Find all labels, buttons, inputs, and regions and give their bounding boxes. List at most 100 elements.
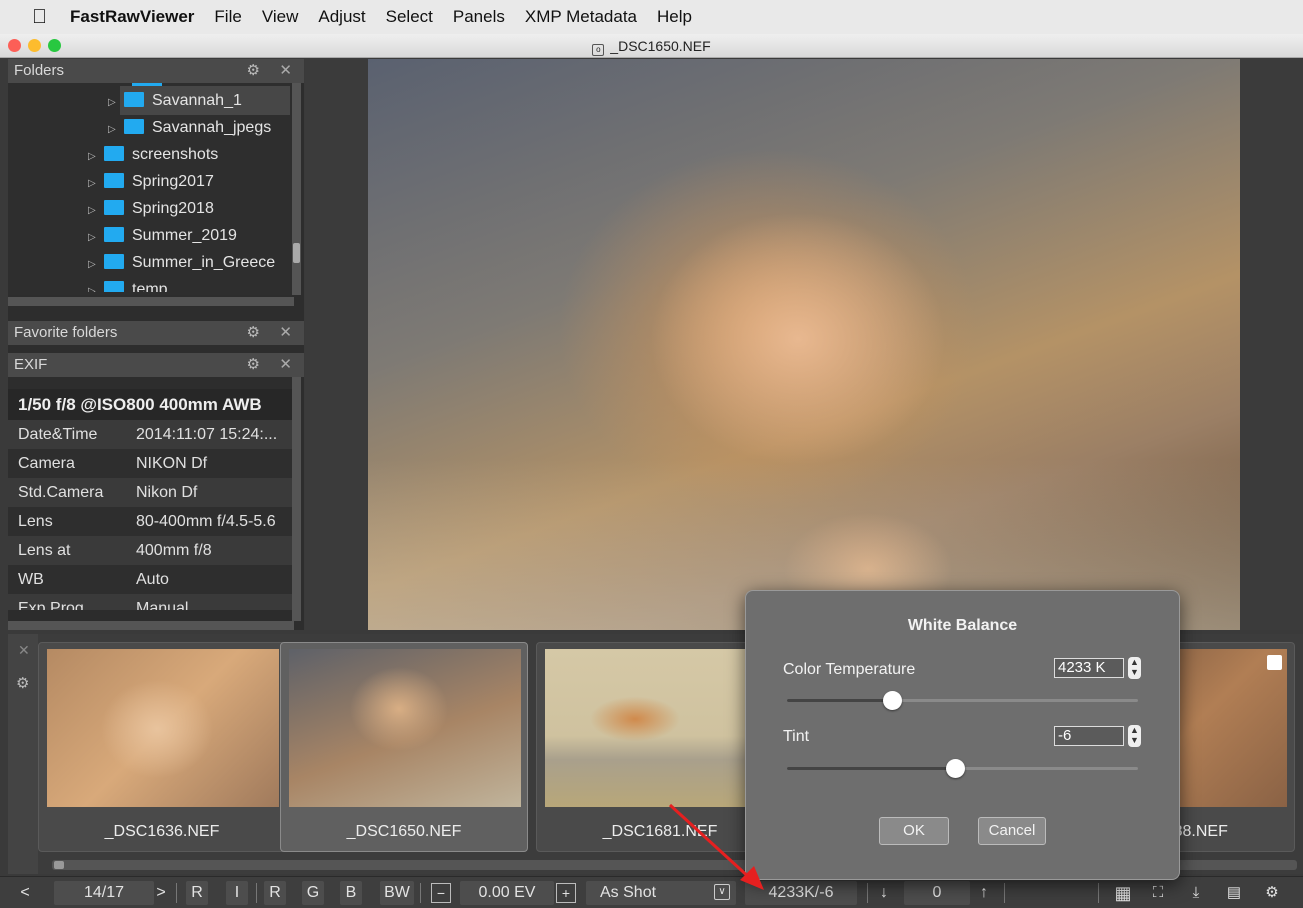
white-balance-value-button[interactable]: 4233K/-6 [745, 881, 857, 905]
previous-image-button[interactable]: < [16, 881, 34, 905]
download-icon[interactable]: ⤓ [1186, 881, 1206, 905]
thumbnail[interactable]: _DSC1636.NEF [38, 642, 286, 852]
thumbnail-image [289, 649, 521, 807]
next-image-button[interactable]: > [152, 881, 170, 905]
folders-horizontal-scrollbar[interactable] [8, 297, 294, 306]
menu-panels[interactable]: Panels [453, 7, 505, 27]
exif-vertical-scrollbar[interactable] [292, 377, 301, 621]
chevron-down-icon[interactable]: ∨ [714, 884, 730, 900]
exif-key: Date&Time [18, 426, 98, 443]
menu-bar:  FastRawViewer File View Adjust Select … [0, 0, 1303, 34]
menu-select[interactable]: Select [386, 7, 433, 27]
thumbnail-image [545, 649, 777, 807]
slider-thumb[interactable] [946, 759, 965, 778]
scrollbar-knob[interactable] [54, 861, 64, 869]
exif-panel-title: EXIF [14, 356, 48, 373]
expand-triangle-icon[interactable]: ▷ [88, 251, 104, 278]
folder-item-spring2018[interactable]: ▷ Spring2018 [88, 195, 214, 222]
expand-triangle-icon[interactable]: ▷ [108, 89, 124, 116]
thumbnail-selected[interactable]: _DSC1650.NEF [280, 642, 528, 852]
scrollbar-knob[interactable] [293, 243, 300, 263]
expand-triangle-icon[interactable]: ▷ [88, 143, 104, 170]
folder-label: Spring2018 [132, 200, 214, 217]
folder-label: temp [132, 281, 168, 292]
exif-row: Lens at 400mm f/8 [8, 536, 294, 565]
thumbnail-name: _DSC1636.NEF [104, 823, 220, 840]
exif-key: WB [18, 571, 44, 588]
gear-icon[interactable]: ⚙ [247, 59, 260, 83]
folder-item-screenshots[interactable]: ▷ screenshots [88, 141, 218, 168]
exposure-minus-button[interactable]: − [431, 883, 451, 903]
expand-triangle-icon[interactable]: ▷ [88, 170, 104, 197]
exif-value: 400mm f/8 [136, 542, 212, 559]
gear-icon[interactable]: ⚙ [1262, 881, 1282, 905]
info-button[interactable]: I [226, 881, 248, 905]
folder-item-summer-in-greece[interactable]: ▷ Summer_in_Greece [88, 249, 275, 276]
gear-icon[interactable]: ⚙ [247, 321, 260, 345]
exposure-plus-button[interactable]: + [556, 883, 576, 903]
folder-icon [104, 281, 124, 292]
fullscreen-icon[interactable]: ⛶ [1148, 881, 1168, 905]
green-channel-button[interactable]: G [302, 881, 324, 905]
cancel-button[interactable]: Cancel [978, 817, 1046, 845]
tint-slider[interactable] [787, 759, 1138, 778]
white-balance-mode-select[interactable]: As Shot ∨ [586, 881, 736, 905]
close-icon[interactable]: ✕ [279, 321, 292, 345]
main-photo[interactable] [368, 59, 1240, 630]
color-temperature-stepper[interactable]: ▲ ▼ [1128, 657, 1141, 679]
folder-item-temp[interactable]: ▷ temp [88, 276, 168, 292]
close-icon[interactable]: ✕ [279, 353, 292, 377]
folder-item-savannah-jpegs[interactable]: ▷ Savannah_jpegs [108, 114, 271, 141]
image-position: 14/17 [54, 881, 154, 905]
filmstrip-side-controls: ✕ ⚙ [8, 634, 38, 874]
folder-item-summer-2019[interactable]: ▷ Summer_2019 [88, 222, 237, 249]
grid-view-icon[interactable]: ▦ [1113, 881, 1133, 905]
settings-panel-icon[interactable]: ▤ [1224, 881, 1244, 905]
apple-menu-icon[interactable]:  [32, 6, 54, 29]
gear-icon[interactable]: ⚙ [16, 674, 29, 692]
thumbnail-name: _DSC1650.NEF [346, 823, 462, 840]
blue-channel-button[interactable]: B [340, 881, 362, 905]
app-name-menu[interactable]: FastRawViewer [70, 7, 194, 27]
slider-thumb[interactable] [883, 691, 902, 710]
exif-value: 80-400mm f/4.5-5.6 [136, 513, 276, 530]
black-white-button[interactable]: BW [380, 881, 414, 905]
menu-adjust[interactable]: Adjust [318, 7, 365, 27]
tint-stepper[interactable]: ▲ ▼ [1128, 725, 1141, 747]
window-title-text: _DSC1650.NEF [610, 38, 711, 54]
expand-triangle-icon[interactable]: ▷ [88, 224, 104, 251]
menu-xmp-metadata[interactable]: XMP Metadata [525, 7, 637, 27]
rating-reject-button[interactable]: R [186, 881, 208, 905]
folder-item-spring2017[interactable]: ▷ Spring2017 [88, 168, 214, 195]
ok-button[interactable]: OK [879, 817, 949, 845]
color-temperature-input[interactable]: 4233 K [1054, 658, 1124, 678]
expand-triangle-icon[interactable]: ▷ [108, 116, 124, 143]
thumbnail-checkbox[interactable] [1267, 655, 1282, 670]
tint-down-arrow-icon[interactable]: ↓ [876, 881, 892, 905]
folder-item-savannah-1[interactable]: ▷ Savannah_1 [108, 87, 242, 114]
bottom-toolbar: < 14/17 > R I R G B BW − 0.00 EV + As Sh… [0, 876, 1303, 908]
expand-triangle-icon[interactable]: ▷ [88, 197, 104, 224]
menu-help[interactable]: Help [657, 7, 692, 27]
menu-file[interactable]: File [214, 7, 241, 27]
tint-input[interactable]: -6 [1054, 726, 1124, 746]
tint-label: Tint [783, 728, 810, 745]
exif-horizontal-scrollbar[interactable] [8, 621, 294, 630]
tint-up-arrow-icon[interactable]: ↑ [976, 881, 992, 905]
white-balance-mode-label: As Shot [600, 884, 657, 901]
folder-icon [124, 119, 144, 134]
gear-icon[interactable]: ⚙ [247, 353, 260, 377]
color-temperature-label: Color Temperature [783, 661, 916, 678]
menu-view[interactable]: View [262, 7, 299, 27]
exif-table: 1/50 f/8 @ISO800 400mm AWB Date&Time 2014… [8, 389, 294, 621]
color-temperature-slider[interactable] [787, 691, 1138, 710]
close-icon[interactable]: ✕ [279, 59, 292, 83]
slider-fill [787, 767, 955, 770]
red-channel-button[interactable]: R [264, 881, 286, 905]
expand-triangle-icon[interactable]: ▷ [88, 278, 104, 292]
exif-value: Nikon Df [136, 484, 198, 501]
image-viewer[interactable] [305, 59, 1303, 630]
thumbnail-image [47, 649, 279, 807]
close-icon[interactable]: ✕ [18, 642, 30, 659]
folders-vertical-scrollbar[interactable] [292, 83, 301, 295]
